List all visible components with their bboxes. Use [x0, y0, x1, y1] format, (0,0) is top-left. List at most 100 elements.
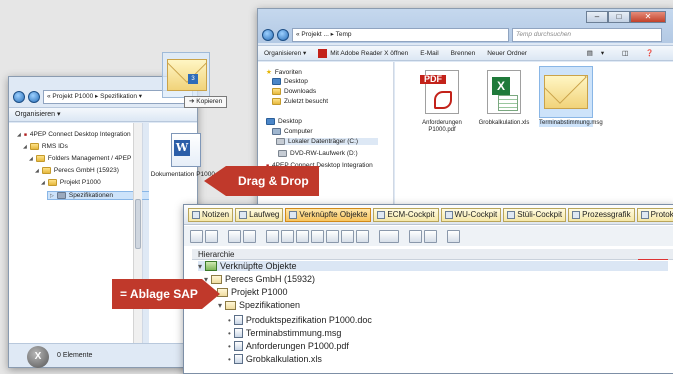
- create-button[interactable]: [266, 229, 279, 243]
- back-button[interactable]: [262, 29, 274, 41]
- minimize-button[interactable]: –: [586, 11, 608, 23]
- pdf-file-icon: PDF: [420, 70, 459, 114]
- document-icon: [233, 354, 243, 364]
- linked-objects-icon: [205, 261, 218, 271]
- sap-window: Notizen Laufweg Verknüpfte Objekte ECM-C…: [183, 204, 673, 374]
- expand-icon[interactable]: ▾: [198, 262, 202, 271]
- word-doc-icon[interactable]: W: [171, 133, 201, 167]
- folder-menu-button[interactable]: [379, 229, 399, 243]
- filter-button[interactable]: [409, 229, 422, 243]
- cockpit-icon: [444, 211, 453, 219]
- recent-icon: [272, 98, 281, 105]
- log-icon: [640, 211, 649, 219]
- nav-downloads[interactable]: Downloads: [272, 88, 316, 95]
- file-terminabstimmung[interactable]: Terminabstimmung.msg: [539, 66, 603, 127]
- sap-tree-projekt[interactable]: ▾ Projekt P1000: [210, 287, 288, 297]
- pdf-icon: [318, 48, 328, 58]
- burn-button[interactable]: Brennen: [451, 50, 476, 57]
- left-status-bar: X 0 Elemente: [9, 343, 197, 368]
- sap-tree-root[interactable]: ▾ Verknüpfte Objekte: [198, 261, 668, 271]
- forward-button[interactable]: [277, 29, 289, 41]
- back-button[interactable]: [13, 91, 25, 103]
- tab-ecm-cockpit[interactable]: ECM-Cockpit: [373, 208, 439, 222]
- sap-tree-spezifikationen[interactable]: ▾ Spezifikationen: [218, 300, 300, 310]
- nav-computer[interactable]: Computer: [272, 128, 313, 135]
- top-file-area: PDF Anforderungen P1000.pdf X Grobkalkul…: [395, 62, 673, 211]
- expand-icon[interactable]: ◢: [29, 156, 33, 162]
- tab-notizen[interactable]: Notizen: [188, 208, 234, 222]
- sap-doc-terminabstimmung[interactable]: • Terminabstimmung.msg: [228, 328, 341, 338]
- sap-doc-grobkalkulation[interactable]: • Grobkalkulation.xls: [228, 354, 322, 364]
- display-button[interactable]: [243, 229, 256, 243]
- sap-doc-produktspezifikation[interactable]: • Produktspezifikation P1000.doc: [228, 315, 372, 325]
- delete-button[interactable]: [326, 229, 339, 243]
- tree-item-folders-management[interactable]: ◢ Folders Management / 4PEP: [29, 155, 131, 162]
- file-anforderungen[interactable]: PDF Anforderungen P1000.pdf: [415, 66, 469, 134]
- copy-button[interactable]: [281, 229, 294, 243]
- folder-icon: [225, 300, 237, 310]
- status-text: 0 Elemente: [57, 352, 93, 359]
- expand-icon[interactable]: ◢: [23, 144, 27, 150]
- tree-item-perecs[interactable]: ◢ Perecs GmbH (15923): [35, 167, 119, 174]
- excel-file-icon: X: [487, 70, 521, 114]
- mail-file-icon: [544, 75, 588, 109]
- expand-icon[interactable]: ◢: [35, 168, 39, 174]
- nav-favoriten[interactable]: ★ Favoriten: [266, 68, 302, 77]
- cockpit-icon: [377, 211, 386, 219]
- file-grobkalkulation[interactable]: X Grobkalkulation.xls: [477, 66, 531, 127]
- star-icon: ★: [266, 69, 272, 76]
- find-button[interactable]: [447, 229, 460, 243]
- sap-tree-perecs[interactable]: ▾ Perecs GmbH (15932): [204, 274, 315, 284]
- tab-stueli-cockpit[interactable]: Stüli-Cockpit: [503, 208, 567, 222]
- open-adobe-button[interactable]: Mit Adobe Reader X öffnen: [318, 48, 408, 58]
- top-breadcrumb[interactable]: « Projekt ... ▸ Temp: [292, 28, 509, 42]
- tab-prozessgrafik[interactable]: Prozessgrafik: [568, 208, 635, 222]
- expand-icon[interactable]: ◢: [41, 180, 45, 186]
- app-icon: ■: [23, 131, 27, 138]
- forward-button[interactable]: [28, 91, 40, 103]
- sap-toolbar: [184, 226, 673, 246]
- nav-drive-c[interactable]: Lokaler Datenträger (C:): [276, 138, 379, 145]
- search-input[interactable]: Temp durchsuchen: [512, 28, 662, 42]
- nav-dvd[interactable]: DVD-RW-Laufwerk (D:): [278, 150, 358, 157]
- view-options-icon[interactable]: ▤▾ ◫ ❓: [587, 49, 662, 57]
- top-command-bar: Organisieren ▾ Mit Adobe Reader X öffnen…: [258, 45, 673, 61]
- ablage-sap-arrow: = Ablage SAP: [112, 279, 220, 309]
- tree-item-rms-ids[interactable]: ◢ RMS IDs: [23, 143, 68, 150]
- tree-item-projekt[interactable]: ◢ Projekt P1000: [41, 179, 101, 186]
- sort-button[interactable]: [424, 229, 437, 243]
- refresh-button[interactable]: [356, 229, 369, 243]
- new-folder-button[interactable]: Neuer Ordner: [487, 50, 527, 57]
- downloads-icon: [272, 88, 281, 95]
- linked-objects-icon: [289, 211, 298, 219]
- collapse-all-button[interactable]: [205, 229, 218, 243]
- expand-all-button[interactable]: [190, 229, 203, 243]
- notes-icon: [192, 211, 200, 219]
- tab-protokoll[interactable]: Protokol: [636, 208, 673, 222]
- nav-desktop-fav[interactable]: Desktop: [272, 78, 308, 85]
- expand-icon[interactable]: ◢: [17, 132, 21, 138]
- left-tree-scrollbar[interactable]: [133, 123, 142, 345]
- tab-verknuepfte-objekte[interactable]: Verknüpfte Objekte: [285, 208, 372, 222]
- tree-item-4pep[interactable]: ◢ ■ 4PEP Connect Desktop Integration: [17, 131, 131, 138]
- process-icon: [572, 211, 581, 219]
- email-button[interactable]: E-Mail: [420, 50, 438, 57]
- nav-desktop[interactable]: Desktop: [266, 118, 302, 125]
- maximize-button[interactable]: □: [608, 11, 630, 23]
- left-organize-menu[interactable]: Organisieren ▾: [9, 107, 197, 122]
- tab-wu-cockpit[interactable]: WU-Cockpit: [440, 208, 502, 222]
- expand-icon[interactable]: ▷: [50, 193, 54, 199]
- close-button[interactable]: ✕: [630, 11, 666, 23]
- organize-button[interactable]: Organisieren ▾: [264, 49, 306, 57]
- scroll-thumb[interactable]: [135, 199, 141, 249]
- link-button[interactable]: [341, 229, 354, 243]
- nav-recent[interactable]: Zuletzt besucht: [272, 98, 328, 105]
- settings-button[interactable]: [228, 229, 241, 243]
- drag-drop-arrow: Drag & Drop: [204, 166, 319, 196]
- computer-icon: [272, 128, 281, 135]
- paste-button[interactable]: [311, 229, 324, 243]
- cut-button[interactable]: [296, 229, 309, 243]
- folder-icon: [41, 167, 51, 174]
- tab-laufweg[interactable]: Laufweg: [235, 208, 284, 222]
- sap-doc-anforderungen[interactable]: • Anforderungen P1000.pdf: [228, 341, 349, 351]
